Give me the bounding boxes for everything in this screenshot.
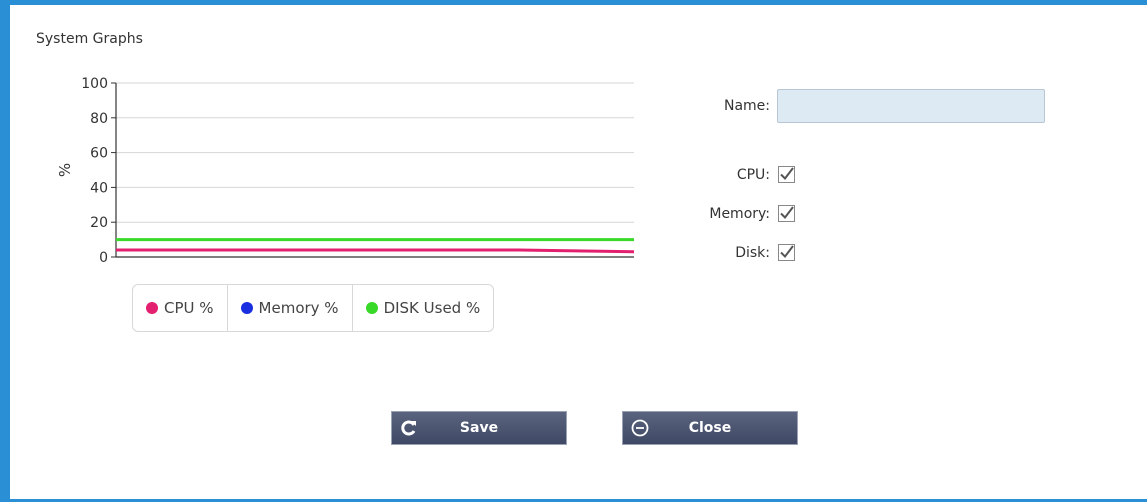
save-button-label: Save — [459, 420, 499, 436]
y-axis-label: % — [56, 163, 74, 177]
y-tick-label: 100 — [81, 76, 108, 92]
legend-label: CPU % — [164, 299, 214, 317]
disk-checkbox[interactable] — [778, 244, 795, 261]
refresh-icon — [401, 420, 416, 436]
name-label: Name: — [723, 98, 770, 114]
minus-circle-icon — [631, 419, 649, 437]
cpu-checkbox[interactable] — [778, 166, 795, 183]
legend-item-cpu[interactable]: CPU % — [133, 285, 228, 331]
disk-checkbox-label: Disk: — [735, 245, 770, 261]
y-tick-label: 20 — [90, 215, 108, 231]
cpu-checkbox-label: CPU: — [736, 167, 770, 183]
series-line-cpu — [116, 248, 635, 254]
y-tick-label: 60 — [90, 146, 108, 162]
legend-color-dot — [240, 302, 253, 314]
close-button[interactable]: Close — [622, 411, 798, 445]
y-tick-label: 40 — [90, 180, 108, 196]
memory-checkbox-label: Memory: — [709, 206, 770, 222]
chart-legend: CPU % Memory % DISK Used % — [132, 284, 495, 332]
memory-checkbox[interactable] — [778, 205, 795, 222]
legend-color-dot — [365, 302, 378, 314]
close-button-label: Close — [688, 420, 732, 436]
legend-item-disk-used[interactable]: DISK Used % — [353, 285, 494, 331]
system-graphs-chart: 100 80 60 40 20 0% — [56, 76, 635, 266]
y-tick-label: 80 — [90, 111, 108, 127]
save-button[interactable]: Save — [391, 411, 567, 445]
legend-item-memory[interactable]: Memory % — [228, 285, 353, 331]
legend-label: Memory % — [258, 299, 339, 317]
y-tick-label: 0 — [99, 250, 108, 266]
panel-title: System Graphs — [36, 31, 143, 47]
legend-color-dot — [146, 302, 158, 314]
legend-label: DISK Used % — [383, 299, 481, 317]
system-graphs-panel: System Graphs 100 80 60 40 20 0% CPU % Memory … — [0, 0, 1147, 502]
name-input[interactable] — [777, 89, 1045, 123]
